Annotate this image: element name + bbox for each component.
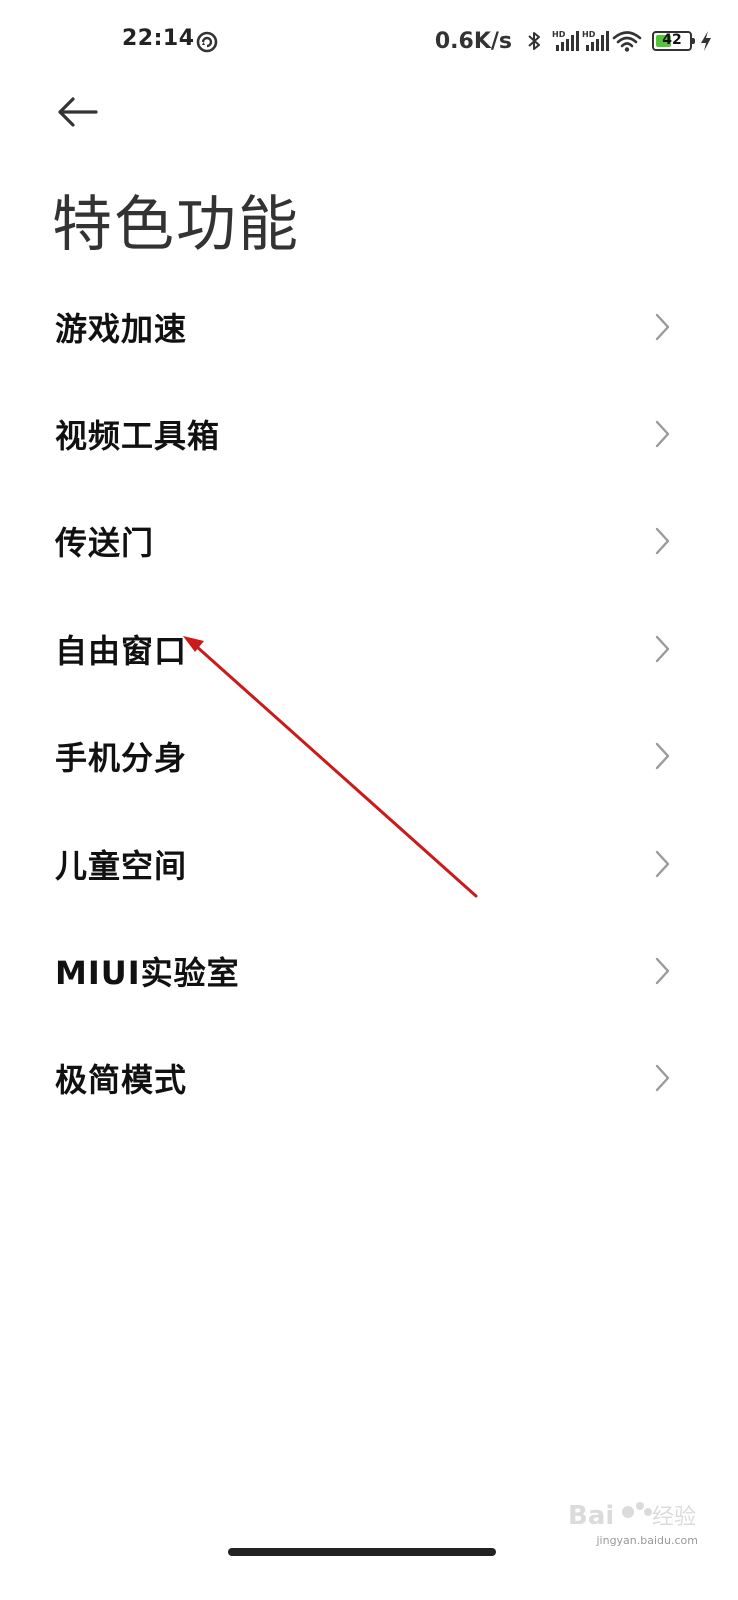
list-item-label: MIUI实验室 [55,954,240,993]
hd-signal-icon: HD [552,29,579,53]
chevron-right-icon [654,526,672,556]
svg-text:经验: 经验 [652,1505,696,1530]
list-item-label: 手机分身 [55,739,188,778]
svg-text:HD: HD [582,30,596,39]
chevron-right-icon [654,419,672,449]
list-item-label: 游戏加速 [55,309,188,348]
watermark-url: jingyan.baidu.com [596,1534,698,1547]
net-speed: 0.6K/s [434,28,512,54]
list-item-label: 视频工具箱 [55,417,221,456]
sync-icon [195,30,219,54]
chevron-right-icon [654,741,672,771]
status-time: 22:14 [122,26,195,51]
list-item-second-space[interactable]: 手机分身 [0,703,738,810]
list-item-portal[interactable]: 传送门 [0,488,738,595]
list-item-game-turbo[interactable]: 游戏加速 [0,273,738,380]
hd-signal-icon: HD [582,29,609,53]
status-bar: 22:14 0.6K/s HD HD 42 [0,0,738,84]
list-item-floating-windows[interactable]: 自由窗口 [0,595,738,702]
battery-level: 42 [662,32,682,48]
chevron-right-icon [654,312,672,342]
list-item-video-toolbox[interactable]: 视频工具箱 [0,380,738,487]
feature-list: 游戏加速 视频工具箱 传送门 自由窗口 手机分身 儿童空间 MIUI实验室 极简… [0,273,738,1132]
svg-text:Bai: Bai [568,1501,614,1531]
back-arrow-icon [56,96,100,132]
battery-icon: 42 [652,31,695,51]
back-button[interactable] [52,92,104,136]
list-item-simple-mode[interactable]: 极简模式 [0,1025,738,1132]
wifi-icon [612,29,642,53]
chevron-right-icon [654,956,672,986]
list-item-label: 儿童空间 [55,846,188,885]
battery-cap [692,38,695,44]
list-item-label: 极简模式 [55,1061,188,1100]
svg-text:HD: HD [552,30,566,39]
chevron-right-icon [654,849,672,879]
chevron-right-icon [654,634,672,664]
home-indicator[interactable] [228,1548,496,1556]
chevron-right-icon [654,1063,672,1093]
bluetooth-icon [522,29,546,53]
status-right-group: 0.6K/s HD HD 42 [435,26,714,56]
list-item-kids-space[interactable]: 儿童空间 [0,810,738,917]
charging-icon [698,29,714,53]
list-item-miui-lab[interactable]: MIUI实验室 [0,917,738,1024]
list-item-label: 自由窗口 [55,631,188,670]
page-title: 特色功能 [52,190,300,260]
list-item-label: 传送门 [55,524,155,563]
